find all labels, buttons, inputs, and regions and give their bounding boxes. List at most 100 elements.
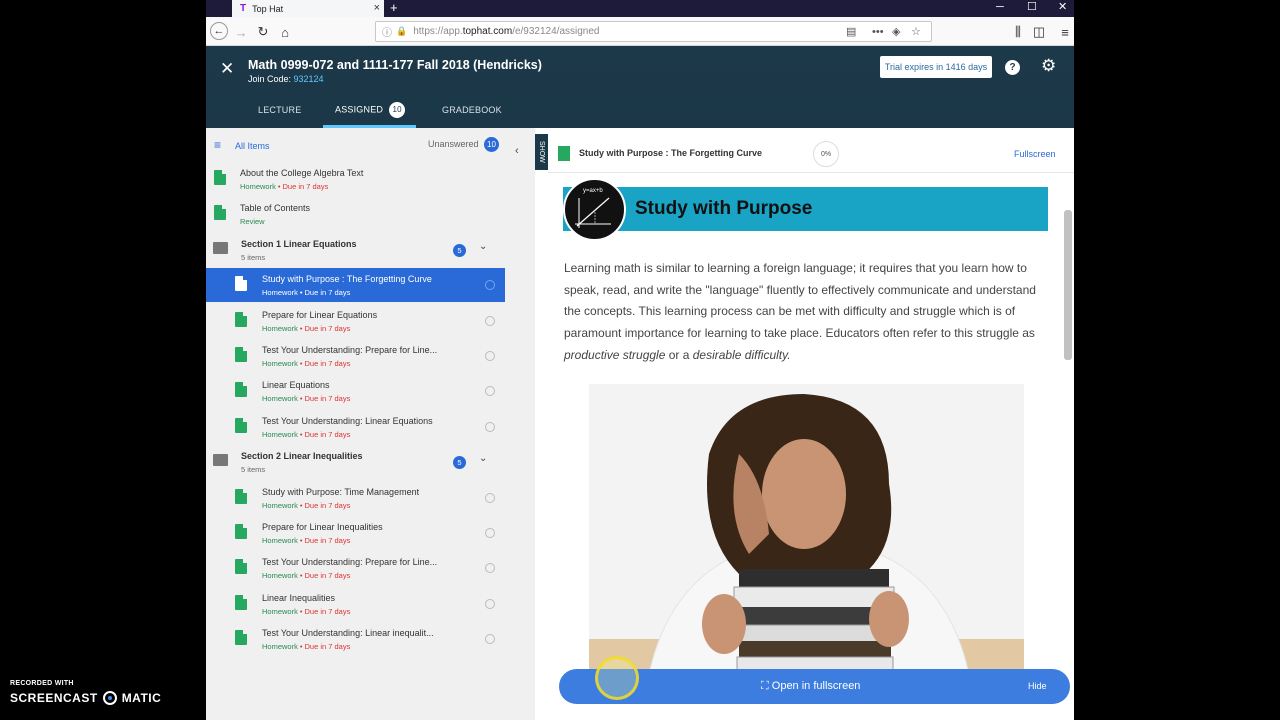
reader-view-icon[interactable]: ▤ <box>846 22 856 43</box>
item-title: About the College Algebra Text <box>240 168 364 178</box>
collapse-sidebar-icon[interactable]: ‹ <box>515 145 519 157</box>
item-title: Test Your Understanding: Prepare for Lin… <box>262 557 438 568</box>
separator-dot: • <box>299 536 303 545</box>
item-type: Homework <box>262 536 298 545</box>
list-item[interactable]: Table of Contents Review <box>206 197 505 231</box>
list-item[interactable]: Linear Inequalities Homework • Due in 7 day… <box>206 587 505 621</box>
section-header[interactable]: Section 1 Linear Equations 5 items 5 ⌄ <box>206 233 505 267</box>
url-bar[interactable]: ⓘ 🔒 https://app. tophat.com/e/932124/assi… <box>375 21 932 42</box>
tab-close-icon[interactable]: × <box>374 2 380 14</box>
sidebar-toggle-icon[interactable]: ◫ <box>1030 23 1048 41</box>
filter-icon[interactable]: ≡ <box>214 138 221 152</box>
list-item[interactable]: Test Your Understanding: Linear Equation… <box>206 410 505 444</box>
more-icon[interactable]: ••• <box>872 22 884 43</box>
item-type: Homework <box>262 288 298 298</box>
tab-gradebook[interactable]: GRADEBOOK <box>442 105 502 115</box>
completion-radio[interactable] <box>485 351 495 361</box>
window-close-button[interactable]: ✕ <box>1058 0 1067 15</box>
list-item-selected[interactable]: Study with Purpose : The Forgetting Curv… <box>206 268 505 303</box>
completion-radio[interactable] <box>485 492 495 503</box>
list-item[interactable]: Linear Equations Homework • Due in 7 days <box>206 374 505 408</box>
item-meta: Homework • Due in 7 days <box>262 394 350 403</box>
home-icon[interactable]: ⌂ <box>276 23 294 41</box>
help-icon[interactable]: ? <box>1005 60 1020 75</box>
cursor-highlight <box>595 656 639 700</box>
chevron-down-icon[interactable]: ⌄ <box>479 453 487 464</box>
item-type: Homework <box>262 429 298 439</box>
library-icon[interactable]: ⫼ <box>1009 23 1027 41</box>
separator-dot: • <box>299 323 303 333</box>
course-title: Math 0999-072 and 1111-177 Fall 2018 (He… <box>248 58 542 72</box>
maximize-button[interactable]: ☐ <box>1027 0 1037 15</box>
completion-radio[interactable] <box>485 421 495 432</box>
unanswered-count-badge: 10 <box>484 137 499 152</box>
list-item[interactable]: About the College Algebra Text Homework • D… <box>206 162 505 196</box>
new-tab-button[interactable]: + <box>390 0 398 15</box>
close-course-icon[interactable]: ✕ <box>220 59 234 79</box>
trial-expires-button[interactable]: Trial expires in 1416 days <box>880 56 992 78</box>
completion-radio[interactable] <box>485 315 495 326</box>
forward-button[interactable]: → <box>232 23 250 41</box>
list-item[interactable]: Prepare for Linear Inequalities Homework •… <box>206 516 505 550</box>
nav-bar: ← → ↻ ⌂ ⓘ 🔒 https://app. tophat.com/e/932… <box>206 17 1074 46</box>
filter-row: ≡ All Items Unanswered 10 ‹ <box>206 128 535 162</box>
list-item[interactable]: Test Your Understanding: Linear inequali… <box>206 622 505 656</box>
all-items-filter[interactable]: All Items <box>235 141 270 151</box>
graph-icon <box>575 197 611 228</box>
minimize-button[interactable]: ─ <box>996 0 1004 15</box>
url-host: tophat.com <box>462 26 513 37</box>
item-due: Due in 7 days <box>304 323 351 333</box>
unanswered-label[interactable]: Unanswered <box>428 139 479 149</box>
tab-assigned[interactable]: ASSIGNED 10 <box>335 102 406 118</box>
item-type: Homework <box>262 500 298 510</box>
back-button[interactable]: ← <box>210 22 228 40</box>
menu-icon[interactable]: ≡ <box>1056 23 1074 41</box>
list-item[interactable]: Test Your Understanding: Prepare for Lin… <box>206 339 505 373</box>
document-icon <box>235 488 247 504</box>
item-meta: Homework • Due in 7 days <box>262 536 350 545</box>
hide-button[interactable]: Hide <box>1028 681 1047 691</box>
section-item-count: 5 items <box>241 465 266 475</box>
list-item[interactable]: Prepare for Linear Equations Homework • Due… <box>206 304 505 338</box>
list-item[interactable]: Study with Purpose: Time Management Homew… <box>206 481 505 515</box>
completion-radio[interactable] <box>485 528 495 538</box>
folder-icon <box>213 454 228 467</box>
info-icon[interactable]: ⓘ <box>382 24 392 39</box>
url-path: /e/932124/assigned <box>512 26 600 37</box>
open-fullscreen-label: Open in fullscreen <box>771 680 861 692</box>
document-icon <box>235 630 247 646</box>
reload-button[interactable]: ↻ <box>254 23 272 41</box>
join-label: Join Code: <box>248 74 294 84</box>
item-type: Homework <box>262 394 298 404</box>
paragraph-or: or a <box>665 347 693 362</box>
browser-tab[interactable]: T Top Hat × <box>232 0 384 17</box>
gear-icon[interactable]: ⚙ <box>1041 56 1056 76</box>
document-icon <box>235 382 247 398</box>
completion-radio[interactable] <box>485 386 495 397</box>
item-meta: Homework • Due in 7 days <box>262 642 350 651</box>
document-icon <box>235 347 247 362</box>
list-item[interactable]: Test Your Understanding: Prepare for Lin… <box>206 551 505 585</box>
pocket-icon[interactable]: ◈ <box>892 22 900 43</box>
item-type: Homework <box>262 642 298 652</box>
open-fullscreen-button[interactable]: ⛶ Open in fullscreen <box>761 680 860 693</box>
banner-title: Study with Purpose <box>635 198 813 219</box>
bookmark-star-icon[interactable]: ☆ <box>911 22 921 43</box>
completion-radio[interactable] <box>485 563 495 574</box>
tab-lecture[interactable]: LECTURE <box>258 105 301 115</box>
item-meta: Homework • Due in 7 days <box>240 182 328 191</box>
assigned-count-badge: 10 <box>389 102 406 118</box>
content-scrollbar[interactable] <box>1064 210 1072 360</box>
completion-radio[interactable] <box>485 598 495 609</box>
item-meta: Homework • Due in 7 days <box>262 571 350 580</box>
watermark-brand: SCREENCAST MATIC <box>10 691 161 705</box>
section-item-count: 5 items <box>241 252 266 262</box>
separator-dot: • <box>299 642 303 652</box>
show-toggle[interactable]: SHOW <box>535 134 548 170</box>
chevron-down-icon[interactable]: ⌄ <box>479 241 487 252</box>
document-icon <box>235 524 247 539</box>
completion-radio[interactable] <box>485 634 495 645</box>
completion-radio[interactable] <box>485 280 495 291</box>
section-header[interactable]: Section 2 Linear Inequalities 5 items 5 ⌄ <box>206 445 505 479</box>
fullscreen-link[interactable]: Fullscreen <box>1014 149 1056 159</box>
